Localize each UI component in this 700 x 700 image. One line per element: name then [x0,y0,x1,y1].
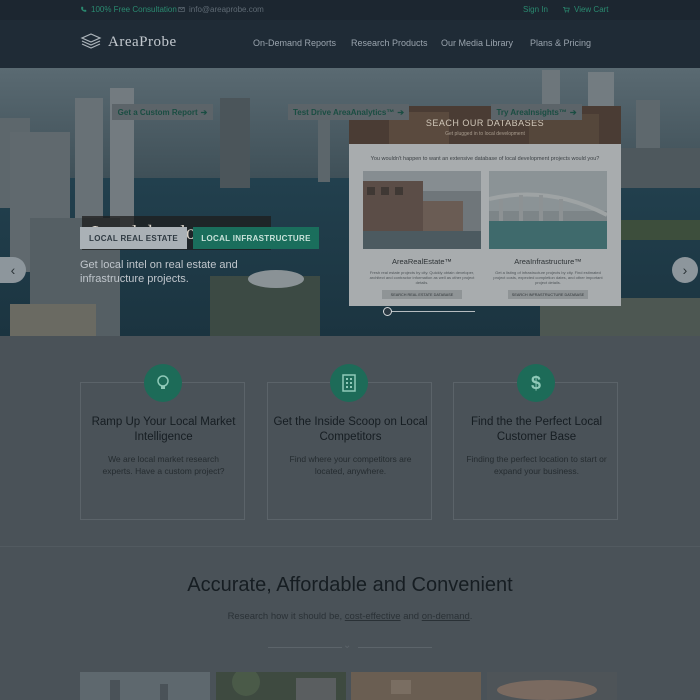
main-nav: AreaProbe On-Demand Reports Research Pro… [0,20,700,68]
sign-in-text: Sign In [523,5,548,14]
divider-line-right [358,647,432,648]
panel-question: You wouldn't happen to want an extensive… [370,156,600,162]
email-text: info@areaprobe.com [189,5,264,14]
chevron-left-icon: ‹ [10,262,16,278]
arrow-circle-icon: ➔ [569,107,577,117]
local-infrastructure-button[interactable]: LOCAL INFRASTRUCTURE [193,227,319,249]
hero-subtitle: Get local intel on real estate and infra… [80,259,238,285]
on-demand-link[interactable]: on-demand [422,611,470,622]
carousel-prev-button[interactable]: ‹ [0,257,26,283]
utility-bar: 100% Free Consultation info@areaprobe.co… [0,0,700,20]
tagline-pre: Research how it should be, [227,611,345,622]
hero-building [75,98,103,228]
nav-plans-pricing[interactable]: Plans & Pricing [530,38,591,48]
nav-research-products[interactable]: Research Products [351,38,428,48]
hero-building [220,98,250,188]
section-tagline: Research how it should be, cost-effectiv… [0,611,700,622]
view-cart-text: View Cart [574,5,609,14]
sign-in-link[interactable]: Sign In [523,5,548,14]
consultation-text: 100% Free Consultation [91,5,177,14]
arrow-circle-icon: ➔ [200,107,208,117]
real-estate-photo[interactable] [363,171,481,249]
phone-icon [81,6,87,12]
feature-title: Ramp Up Your Local Market Intelligence [91,416,236,443]
nav-on-demand-reports[interactable]: On-Demand Reports [253,38,336,48]
hero-building [10,304,96,336]
lightbulb-icon [144,364,182,402]
thumbnail-image[interactable] [487,672,617,700]
try-insights-button[interactable]: Try AreaInsights™ ➔ [491,104,582,120]
product-name-infrastructure: AreaInfrastructure™ [514,257,582,266]
feature-card: Get the Inside Scoop on Local Competitor… [267,382,432,520]
nav-media-library[interactable]: Our Media Library [441,38,513,48]
search-real-estate-button[interactable]: SEARCH REAL ESTATE DATABASE [382,290,462,299]
feature-text: Find where your competitors are located,… [289,454,412,476]
chevron-down-icon: ⌄ [343,640,352,651]
building-icon [330,364,368,402]
custom-report-label: Get a Custom Report [117,107,198,117]
carousel-next-button[interactable]: › [672,257,698,283]
database-search-panel: SEACH OUR DATABASES Get plugged in to lo… [349,106,621,306]
thumbnail-image[interactable] [80,672,210,700]
hero-building [620,148,700,188]
local-real-estate-button[interactable]: LOCAL REAL ESTATE [80,227,187,249]
thumbnail-image[interactable] [216,672,346,700]
tagline-mid: and [400,611,422,622]
hero-building [318,112,330,182]
test-drive-label: Test Drive AreaAnalytics™ [292,107,395,117]
thumbnail-image[interactable] [351,672,481,700]
carousel-indicator[interactable] [383,307,392,316]
divider-line-left [268,647,342,648]
search-infrastructure-button[interactable]: SEARCH INFRASTRUCTURE DATABASE [508,290,588,299]
section-headline: Accurate, Affordable and Convenient [187,574,513,596]
chevron-right-icon: › [682,262,688,278]
arrow-circle-icon: ➔ [397,107,405,117]
infrastructure-photo[interactable] [489,171,607,249]
dollar-icon: $ [517,364,555,402]
feature-card: Find the the Perfect Local Customer Base… [453,382,618,520]
try-insights-label: Try AreaInsights™ [496,107,567,117]
nav-links: On-Demand Reports Research Products Our … [0,38,700,52]
feature-text: We are local market research experts. Ha… [102,454,225,476]
panel-subtitle: Get plugged in to local development [445,131,525,137]
carousel-progress-track [383,311,475,312]
product-desc-real-estate: Fresh real estate projects by city. Quic… [369,270,475,285]
feature-title: Find the the Perfect Local Customer Base [470,416,603,443]
view-cart-link[interactable]: View Cart [563,5,609,14]
feature-text: Finding the perfect location to start or… [466,454,607,476]
email-item[interactable]: info@areaprobe.com [178,5,264,14]
product-name-real-estate: AreaRealEstate™ [391,257,453,266]
tagline-post: . [469,611,473,622]
test-drive-analytics-button[interactable]: Test Drive AreaAnalytics™ ➔ [288,104,409,120]
hero-land [620,220,700,240]
product-desc-infrastructure: Get a listing of infrastructure projects… [493,270,603,285]
section-divider [0,546,700,547]
feature-title: Get the Inside Scoop on Local Competitor… [273,416,428,443]
consultation-item[interactable]: 100% Free Consultation [80,5,177,14]
feature-card: Ramp Up Your Local Market Intelligence W… [80,382,245,520]
cart-icon [563,7,570,13]
custom-report-button[interactable]: Get a Custom Report ➔ [112,104,213,120]
envelope-icon [178,7,185,12]
cost-effective-link[interactable]: cost-effective [345,611,401,622]
